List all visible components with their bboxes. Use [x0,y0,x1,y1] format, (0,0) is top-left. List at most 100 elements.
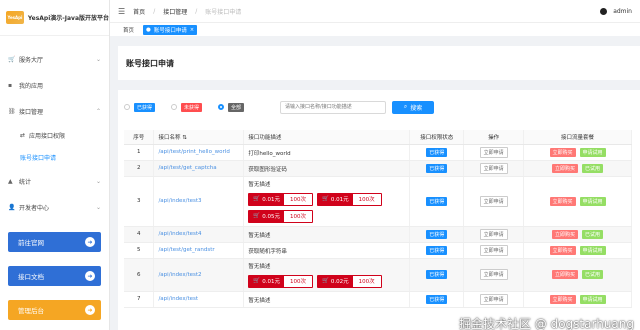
logo-mark: YesApi [6,11,24,24]
status-badge: 已获得 [426,294,448,304]
price-package[interactable]: 🛒 0.01元 100次 [317,192,382,206]
filter-obtained[interactable]: 已获得 [124,102,156,112]
status-badge: 已获得 [426,163,448,173]
buy-button[interactable]: 立即购买 [549,196,576,206]
arrow-right-icon: ➜ [85,271,95,281]
buy-button[interactable]: 立即购买 [552,229,579,239]
sidebar-item-stats[interactable]: ▲ 统计 ⌄ [0,168,109,194]
table-row: 6/api/index/test2 暂无描述 🛒 0.01元 100次 🛒 0.02元 100… [124,258,632,292]
buy-button[interactable]: 立即购买 [552,163,579,173]
cell-desc: 获取图形验证码 [243,160,411,177]
sidebar-item-developer[interactable]: 👤 开发者中心 ⌄ [0,194,109,220]
cell-plan: 立即购买 申请试用 [523,291,632,308]
buy-button[interactable]: 立即购买 [549,294,576,304]
apply-button[interactable]: 立即申请 [479,269,508,280]
trial-button[interactable]: 已试用 [582,270,604,279]
radio-button-checked[interactable] [218,104,225,110]
apply-button[interactable]: 立即申请 [479,228,508,240]
cell-no: 7 [124,291,155,308]
apply-button[interactable]: 立即申请 [479,146,508,158]
cell-desc: 打印hello_world [243,144,411,161]
breadcrumb-api-management[interactable]: 接口管理 [163,7,187,16]
cell-status: 已获得 [409,160,465,177]
table-row: 3/api/index/test3 暂无描述 🛒 0.01元 100次 🛒 0.01元 100… [124,176,632,227]
sidebar-item-api-management[interactable]: ⛓ 接口管理 ⌃ [0,98,109,124]
search-icon: ⌕ [403,103,408,110]
close-icon[interactable]: × [190,27,194,33]
trial-button[interactable]: 申请试用 [579,147,606,157]
trial-button[interactable]: 已试用 [582,163,604,173]
sidebar-item-service-hall[interactable]: 🛒 服务大厅 ⌄ [0,46,109,72]
price-package[interactable]: 🛒 0.01元 100次 [248,274,314,288]
api-docs-button[interactable]: 接口文档 ➜ [8,266,101,286]
api-name-link[interactable]: /api/index/test2 [158,272,201,278]
tab-home[interactable]: 首页 [120,25,137,35]
tab-account-apply[interactable]: ● 账号接口申请 × [143,24,198,35]
trial-button[interactable]: 已试用 [582,229,604,239]
menu-toggle-icon[interactable]: ☰ [118,7,125,16]
price-value-wrap: 🛒 0.01元 [249,193,285,205]
sidebar: YesApi YesApi演示-Java版开放平台 🛒 服务大厅 ⌄ ▪ 我的应… [0,0,110,330]
search-input[interactable] [280,100,387,114]
api-description: 获取图形验证码 [248,166,287,173]
apply-button[interactable]: 立即申请 [479,195,508,207]
trial-button[interactable]: 申请试用 [579,294,606,304]
admin-button[interactable]: 管理后台 ➜ [8,300,101,320]
app-logo[interactable]: YesApi YesApi演示-Java版开放平台 [0,0,109,36]
avatar[interactable] [600,7,608,15]
buy-button[interactable]: 立即购买 [552,270,579,279]
api-name-link[interactable]: /api/test/get_captcha [158,165,216,171]
api-name-link[interactable]: /api/test/print_hello_world [158,149,229,155]
user-icon: 👤 [8,203,16,211]
col-status: 接口权限状态 [409,130,465,145]
table-header-row: 序号 接口名称 ⇅ 接口功能描述 接口权限状态 操作 接口流量套餐 [124,130,632,145]
price-value: 0.01元 [262,279,281,285]
price-count: 100次 [284,210,313,222]
price-package[interactable]: 🛒 0.02元 100次 [317,274,382,288]
radio-button[interactable] [124,104,130,110]
buy-button[interactable]: 立即购买 [549,245,576,255]
price-count: 100次 [352,275,381,287]
filter-all[interactable]: 全部 [218,102,245,112]
cell-op: 立即申请 [463,258,525,292]
buy-button[interactable]: 立即购买 [549,147,576,157]
breadcrumb-home[interactable]: 首页 [133,7,145,16]
cell-status: 已获得 [409,176,465,227]
radio-button[interactable] [171,104,178,110]
cell-op: 立即申请 [463,144,525,161]
trial-button[interactable]: 申请试用 [579,196,606,206]
search-button[interactable]: ⌕ 搜索 [392,100,435,114]
api-name-link[interactable]: /api/index/test3 [158,198,201,204]
cart-icon: 🛒 [322,278,329,284]
arrow-right-icon: ➜ [85,237,95,247]
apply-button[interactable]: 立即申请 [479,244,508,256]
cell-op: 立即申请 [463,242,525,259]
header-user[interactable]: admin [600,0,632,22]
official-site-button[interactable]: 前往官网 ➜ [8,232,101,252]
sidebar-item-app-permissions[interactable]: ⇄ 应用接口权限 [0,124,109,146]
table-body: 1/api/test/print_hello_world 打印hello_worl… [124,144,632,308]
app-title: YesApi演示-Java版开放平台 [27,15,109,22]
price-package[interactable]: 🛒 0.05元 100次 [248,209,314,223]
sidebar-item-my-apps[interactable]: ▪ 我的应用 [0,72,109,98]
api-name-link[interactable]: /api/index/test [158,296,198,302]
sidebar-item-account-apply[interactable]: 账号接口申请 [0,146,109,168]
filter-not-obtained[interactable]: 未获得 [171,102,203,112]
api-name-link[interactable]: /api/index/test4 [158,231,201,237]
api-description: 暂无描述 [248,232,271,239]
tag-obtained: 已获得 [134,102,156,112]
table-row: 4/api/index/test4 暂无描述 已获得 立即申请 立即购买 已试用 [124,226,632,243]
api-name-link[interactable]: /api/test/get_randstr [158,247,214,253]
col-name[interactable]: 接口名称 ⇅ [153,130,245,145]
trial-button[interactable]: 申请试用 [579,245,606,255]
apply-button[interactable]: 立即申请 [479,162,508,174]
status-badge: 已获得 [426,229,448,239]
cart-icon: 🛒 [253,196,261,202]
username[interactable]: admin [613,8,632,15]
api-list-card: 已获得 未获得 全部 ⌕ 搜索 序号 接口名称 ⇅ 接口功能描述 [118,90,640,330]
price-value-wrap: 🛒 0.01元 [318,193,353,205]
status-badge: 已获得 [426,147,448,157]
cell-op: 立即申请 [463,291,525,308]
price-package[interactable]: 🛒 0.01元 100次 [248,192,314,206]
apply-button[interactable]: 立即申请 [479,293,508,305]
